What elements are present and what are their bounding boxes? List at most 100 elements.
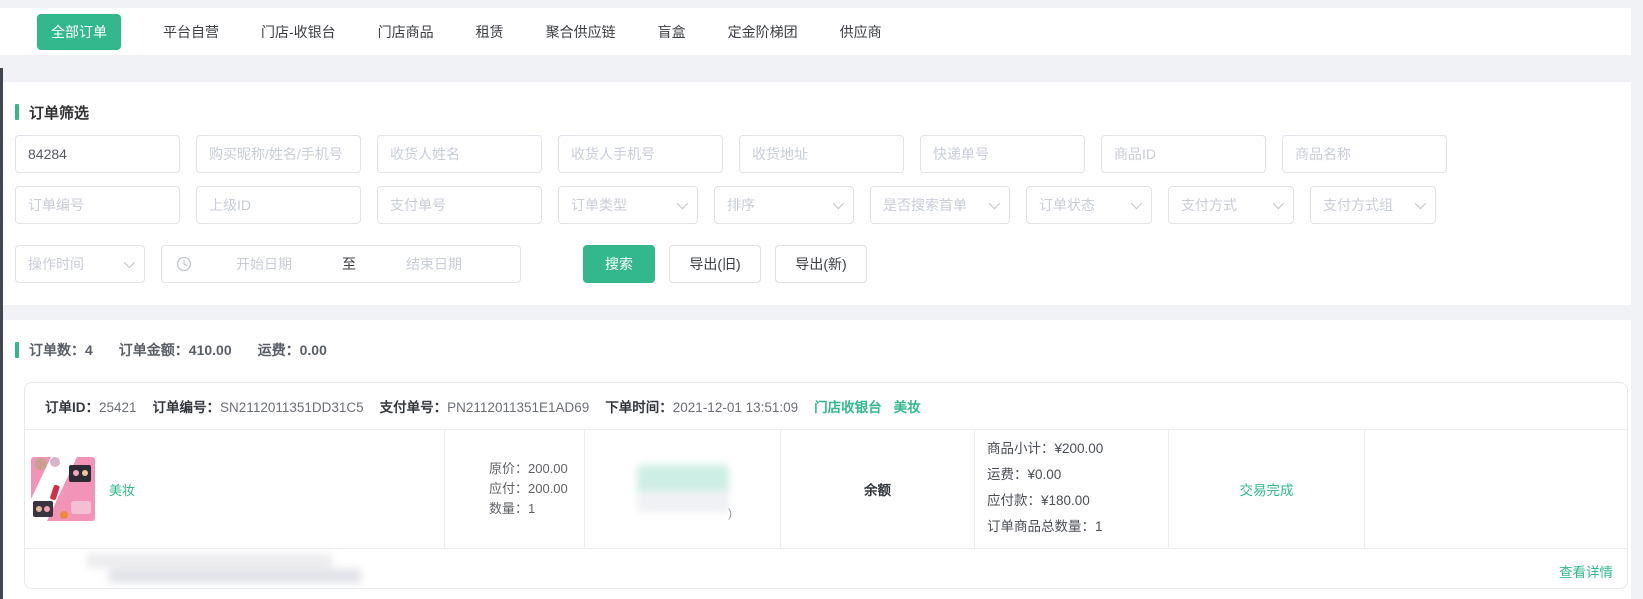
order-time-meta: 下单时间：2021-12-01 13:51:09	[605, 396, 798, 416]
order-summary-bar: 订单数：4 订单金额：410.00 运费：0.00	[15, 340, 1616, 360]
order-id-meta-value: 25421	[99, 400, 137, 415]
amount-due-line: 应付款：¥180.00	[987, 488, 1168, 514]
product-id-input[interactable]	[1101, 135, 1266, 173]
order-status-cell: 交易完成	[1168, 430, 1364, 548]
order-type-tabbar: 全部订单 平台自营 门店-收银台 门店商品 租赁 聚合供应链 盲盒 定金阶梯团 …	[0, 8, 1631, 56]
chevron-down-icon	[677, 198, 688, 209]
order-type-select-label: 订单类型	[571, 195, 627, 215]
order-source-tag: 门店收银台	[814, 396, 882, 416]
receiver-name-input[interactable]	[377, 135, 542, 173]
order-sn-meta: 订单编号：SN2112011351DD31C5	[153, 396, 364, 416]
order-id-input[interactable]	[15, 135, 180, 173]
order-amount-value: 410.00	[189, 342, 232, 358]
tab-supplier[interactable]: 供应商	[840, 22, 882, 42]
first-order-select[interactable]: 是否搜索首单	[870, 186, 1010, 224]
order-status-select-label: 订单状态	[1039, 195, 1095, 215]
view-detail-link[interactable]: 查看详情	[1559, 561, 1613, 581]
freight-line: 运费：¥0.00	[987, 462, 1168, 488]
product-cell: 美妆	[25, 430, 444, 548]
pay-method-group-select[interactable]: 支付方式组	[1310, 186, 1436, 224]
first-order-select-label: 是否搜索首单	[883, 195, 967, 215]
tab-rental[interactable]: 租赁	[476, 22, 504, 42]
receiver-phone-input[interactable]	[558, 135, 723, 173]
order-list-panel: 订单数：4 订单金额：410.00 运费：0.00 订单ID：25421 订单编…	[0, 320, 1631, 599]
chevron-down-icon	[989, 198, 1000, 209]
order-time-meta-label: 下单时间：	[605, 400, 673, 415]
order-time-meta-value: 2021-12-01 13:51:09	[673, 400, 798, 415]
chevron-down-icon	[124, 257, 135, 268]
quantity-line: 数量：1	[489, 499, 584, 519]
clock-icon	[176, 256, 192, 272]
payable-price-line: 应付：200.00	[489, 479, 584, 499]
order-sn-meta-label: 订单编号：	[153, 400, 221, 415]
order-sn-meta-value: SN2112011351DD31C5	[220, 400, 364, 415]
order-id-meta: 订单ID：25421	[45, 396, 137, 416]
pay-method-select-label: 支付方式	[1181, 195, 1237, 215]
export-old-button[interactable]: 导出(旧)	[669, 245, 761, 283]
tab-platform-self[interactable]: 平台自营	[163, 22, 219, 42]
chevron-down-icon	[1273, 198, 1284, 209]
order-status-text: 交易完成	[1240, 479, 1294, 499]
filter-section-title: 订单筛选	[15, 102, 1616, 122]
order-sn-input[interactable]	[15, 186, 180, 224]
date-range-separator: 至	[336, 254, 362, 274]
tab-store-goods[interactable]: 门店商品	[378, 22, 434, 42]
order-count-label: 订单数：	[29, 342, 85, 358]
footer-info-redacted	[65, 554, 361, 583]
date-range-picker[interactable]: 开始日期 至 结束日期	[161, 245, 521, 283]
export-new-button[interactable]: 导出(新)	[775, 245, 867, 283]
tab-blind-box[interactable]: 盲盒	[658, 22, 686, 42]
chevron-down-icon	[1131, 198, 1142, 209]
order-amount-label: 订单金额：	[119, 342, 189, 358]
order-card: 订单ID：25421 订单编号：SN2112011351DD31C5 支付单号：…	[24, 382, 1628, 589]
pay-sn-meta-label: 支付单号：	[380, 400, 448, 415]
collapsed-sidebar-edge	[0, 68, 3, 599]
product-name-link[interactable]: 美妆	[109, 480, 135, 499]
tracking-number-input[interactable]	[920, 135, 1085, 173]
parent-id-input[interactable]	[196, 186, 361, 224]
order-amount-stat: 订单金额：410.00	[119, 340, 232, 360]
pay-method-select[interactable]: 支付方式	[1168, 186, 1294, 224]
payment-method-cell: 余额	[780, 430, 974, 548]
filter-row-1	[15, 135, 1616, 173]
total-quantity-line: 订单商品总数量：1	[987, 514, 1168, 540]
receiver-address-input[interactable]	[739, 135, 904, 173]
start-date-placeholder[interactable]: 开始日期	[192, 254, 336, 274]
tab-deposit-ladder-group[interactable]: 定金阶梯团	[728, 22, 798, 42]
pay-method-group-select-label: 支付方式组	[1323, 195, 1393, 215]
sort-select-label: 排序	[727, 195, 755, 215]
product-image	[31, 457, 95, 521]
order-card-header: 订单ID：25421 订单编号：SN2112011351DD31C5 支付单号：…	[25, 383, 1627, 430]
tab-all-orders[interactable]: 全部订单	[37, 14, 121, 50]
subtotal-line: 商品小计：¥200.00	[987, 436, 1168, 462]
operate-time-select[interactable]: 操作时间	[15, 245, 145, 283]
freight-value: 0.00	[300, 342, 327, 358]
order-id-meta-label: 订单ID：	[45, 400, 99, 415]
order-status-select[interactable]: 订单状态	[1026, 186, 1152, 224]
filter-row-2: 订单类型 排序 是否搜索首单 订单状态 支付方式 支付方式组	[15, 186, 1616, 224]
order-count-stat: 订单数：4	[29, 340, 93, 360]
chevron-down-icon	[833, 198, 844, 209]
buyer-nickname-input[interactable]	[196, 135, 361, 173]
amounts-cell: 商品小计：¥200.00 运费：¥0.00 应付款：¥180.00 订单商品总数…	[974, 430, 1168, 548]
filter-title-text: 订单筛选	[29, 102, 89, 123]
pay-sn-input[interactable]	[377, 186, 542, 224]
search-button[interactable]: 搜索	[583, 245, 655, 283]
chevron-down-icon	[1415, 198, 1426, 209]
pay-sn-meta: 支付单号：PN2112011351E1AD69	[380, 396, 590, 416]
order-filter-panel: 订单筛选 订单类型 排序 是否搜索首单 订单状态 支付方	[0, 82, 1631, 305]
order-type-select[interactable]: 订单类型	[558, 186, 698, 224]
tab-aggregated-supply[interactable]: 聚合供应链	[546, 22, 616, 42]
sort-select[interactable]: 排序	[714, 186, 854, 224]
makeup-product-image	[31, 457, 95, 521]
accent-bar	[15, 342, 19, 358]
freight-stat: 运费：0.00	[258, 340, 327, 360]
price-cell: 原价：200.00 应付：200.00 数量：1	[444, 430, 584, 548]
customer-cell: )	[584, 430, 780, 548]
action-cell	[1364, 430, 1627, 548]
product-name-input[interactable]	[1282, 135, 1447, 173]
end-date-placeholder[interactable]: 结束日期	[362, 254, 506, 274]
freight-label: 运费：	[258, 342, 300, 358]
tab-store-cashier[interactable]: 门店-收银台	[261, 22, 336, 42]
pay-sn-meta-value: PN2112011351E1AD69	[447, 400, 589, 415]
